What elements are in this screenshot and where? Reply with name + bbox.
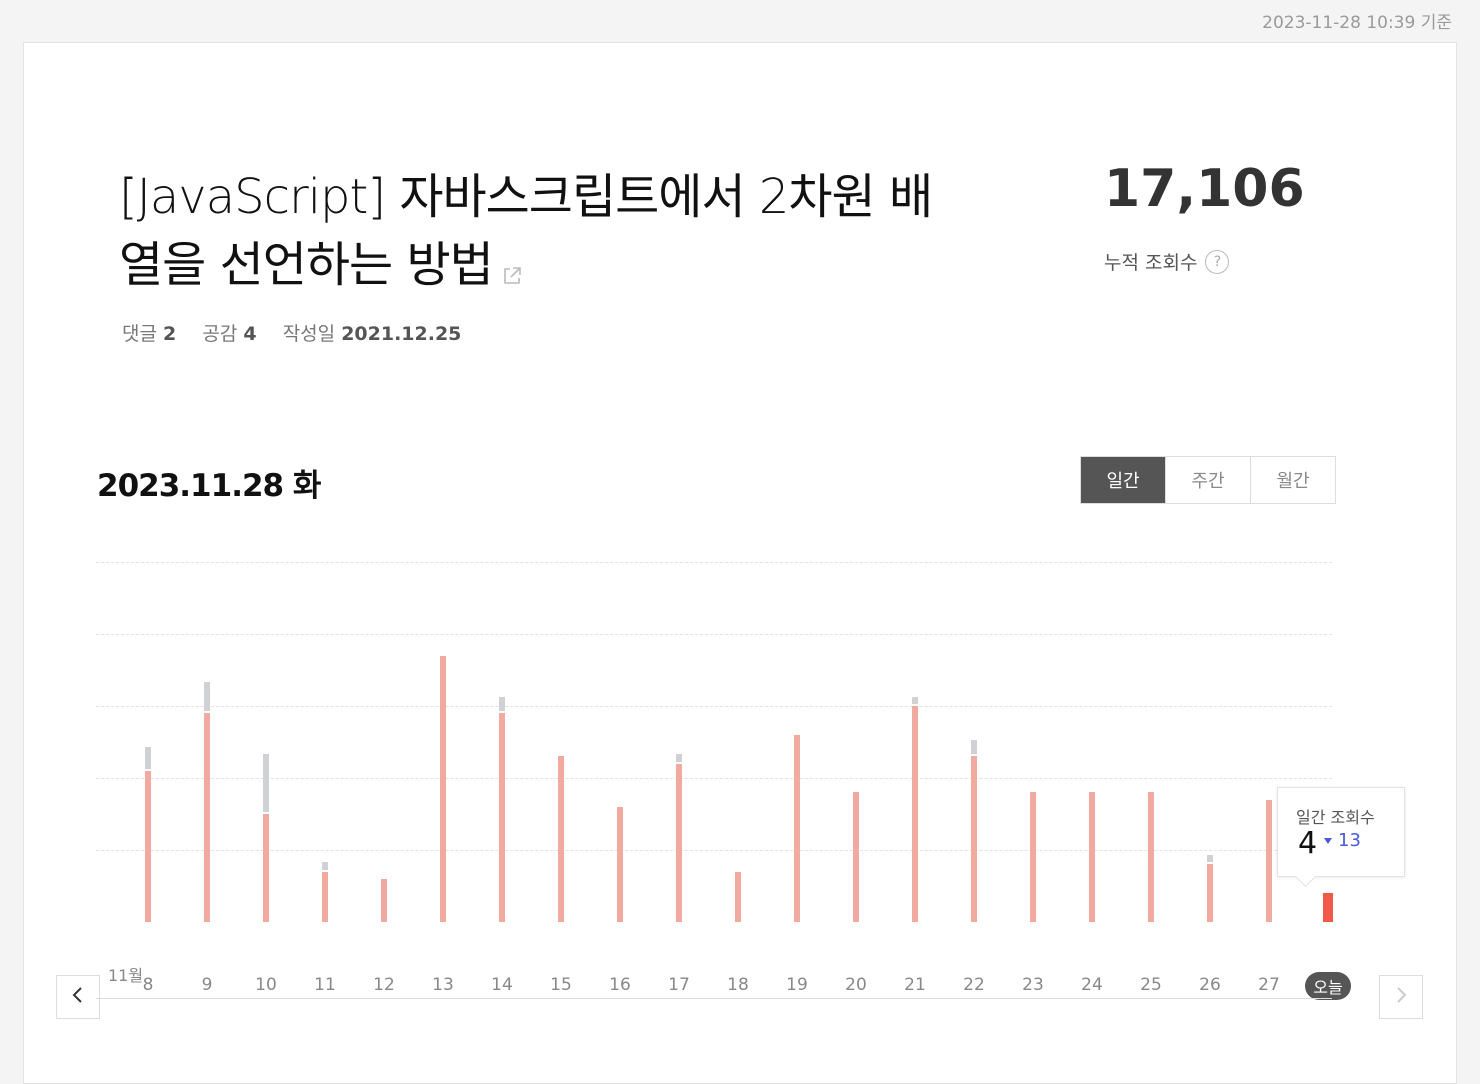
x-tick-label: 10	[255, 975, 277, 995]
month-label: 11월	[108, 966, 144, 985]
created-label: 작성일	[282, 323, 336, 345]
x-tick-label: 13	[432, 975, 454, 995]
bar-extra[interactable]	[263, 754, 269, 812]
post-title-text[interactable]: [JavaScript] 자바스크립트에서 2차원 배열을 선언하는 방법	[119, 169, 933, 293]
bar[interactable]	[204, 713, 210, 922]
total-views-count: 17,106	[1104, 159, 1305, 219]
divider	[96, 998, 1332, 999]
bar-extra[interactable]	[1207, 855, 1213, 863]
x-tick-label: 26	[1199, 975, 1221, 995]
gridline	[96, 778, 1332, 779]
x-tick-label: 19	[786, 975, 808, 995]
daily-views-tooltip: 일간 조회수 4 13	[1277, 787, 1405, 877]
help-icon[interactable]: ?	[1205, 249, 1230, 274]
x-tick-label: 20	[845, 975, 867, 995]
x-tick-label: 22	[963, 975, 985, 995]
bar[interactable]	[381, 878, 387, 922]
x-tick-label: 23	[1022, 975, 1044, 995]
gridline	[96, 634, 1332, 635]
x-tick-label: 18	[727, 975, 749, 995]
bar-extra[interactable]	[971, 740, 977, 755]
bar[interactable]	[322, 871, 328, 922]
bar[interactable]	[499, 713, 505, 922]
x-tick-label: 21	[904, 975, 926, 995]
comments-count: 2	[163, 323, 177, 345]
bar-extra[interactable]	[322, 862, 328, 870]
selected-date: 2023.11.28 화	[97, 468, 321, 504]
next-button[interactable]	[1379, 975, 1423, 1019]
chevron-left-icon	[71, 986, 85, 1008]
tab-daily[interactable]: 일간	[1081, 457, 1165, 503]
daily-views-chart	[96, 540, 1333, 940]
tab-monthly[interactable]: 월간	[1250, 457, 1335, 503]
total-views-label-row: 누적 조회수 ?	[1104, 248, 1230, 275]
bar[interactable]	[912, 706, 918, 922]
bar[interactable]	[263, 814, 269, 922]
bar[interactable]	[1266, 799, 1272, 922]
x-tick-label: 24	[1081, 975, 1103, 995]
prev-button[interactable]	[56, 975, 100, 1019]
x-tick-label: 15	[550, 975, 572, 995]
total-views-label: 누적 조회수	[1104, 252, 1198, 274]
x-tick-label: 25	[1140, 975, 1162, 995]
post-title[interactable]: [JavaScript] 자바스크립트에서 2차원 배열을 선언하는 방법	[119, 163, 959, 299]
down-triangle-icon	[1324, 837, 1332, 844]
tooltip-diff-value: 13	[1338, 830, 1361, 851]
bar[interactable]	[794, 734, 800, 922]
tooltip-label: 일간 조회수	[1296, 808, 1375, 827]
gridline	[96, 562, 1332, 563]
x-tick-label: 17	[668, 975, 690, 995]
bar-extra[interactable]	[912, 696, 918, 704]
gridline	[96, 850, 1332, 851]
data-timestamp: 2023-11-28 10:39 기준	[1262, 13, 1452, 33]
bar[interactable]	[1207, 864, 1213, 922]
x-tick-label: 9	[201, 975, 213, 995]
bar[interactable]	[676, 763, 682, 922]
period-tabs: 일간 주간 월간	[1080, 456, 1336, 504]
tab-weekly[interactable]: 주간	[1165, 457, 1250, 503]
comments-label: 댓글	[122, 323, 157, 345]
bar[interactable]	[558, 756, 564, 922]
x-tick-label: 12	[373, 975, 395, 995]
bar-extra[interactable]	[499, 696, 505, 712]
bar-extra[interactable]	[204, 682, 210, 712]
bar[interactable]	[440, 655, 446, 922]
external-link-icon[interactable]	[501, 237, 523, 284]
likes-count: 4	[243, 323, 257, 345]
x-tick-label: 16	[609, 975, 631, 995]
bar[interactable]	[1030, 792, 1036, 922]
bar[interactable]	[971, 756, 977, 922]
post-meta: 댓글 2 공감 4 작성일 2021.12.25	[122, 319, 461, 346]
x-tick-label: 11	[314, 975, 336, 995]
bar-extra[interactable]	[676, 754, 682, 762]
tooltip-diff: 13	[1324, 830, 1361, 851]
bar[interactable]	[853, 792, 859, 922]
bar-today[interactable]	[1323, 893, 1333, 922]
today-label[interactable]: 오늘	[1305, 972, 1351, 1000]
bar-extra[interactable]	[145, 747, 151, 769]
tooltip-value: 4	[1298, 826, 1318, 861]
gridline	[96, 706, 1332, 707]
chevron-right-icon	[1394, 986, 1408, 1008]
x-tick-label: 27	[1258, 975, 1280, 995]
bar[interactable]	[1089, 792, 1095, 922]
bar[interactable]	[617, 806, 623, 922]
likes-label: 공감	[202, 323, 238, 345]
bar[interactable]	[1148, 792, 1154, 922]
bar[interactable]	[145, 770, 151, 922]
created-date: 2021.12.25	[341, 323, 462, 345]
x-tick-label: 14	[491, 975, 513, 995]
bar[interactable]	[735, 871, 741, 922]
